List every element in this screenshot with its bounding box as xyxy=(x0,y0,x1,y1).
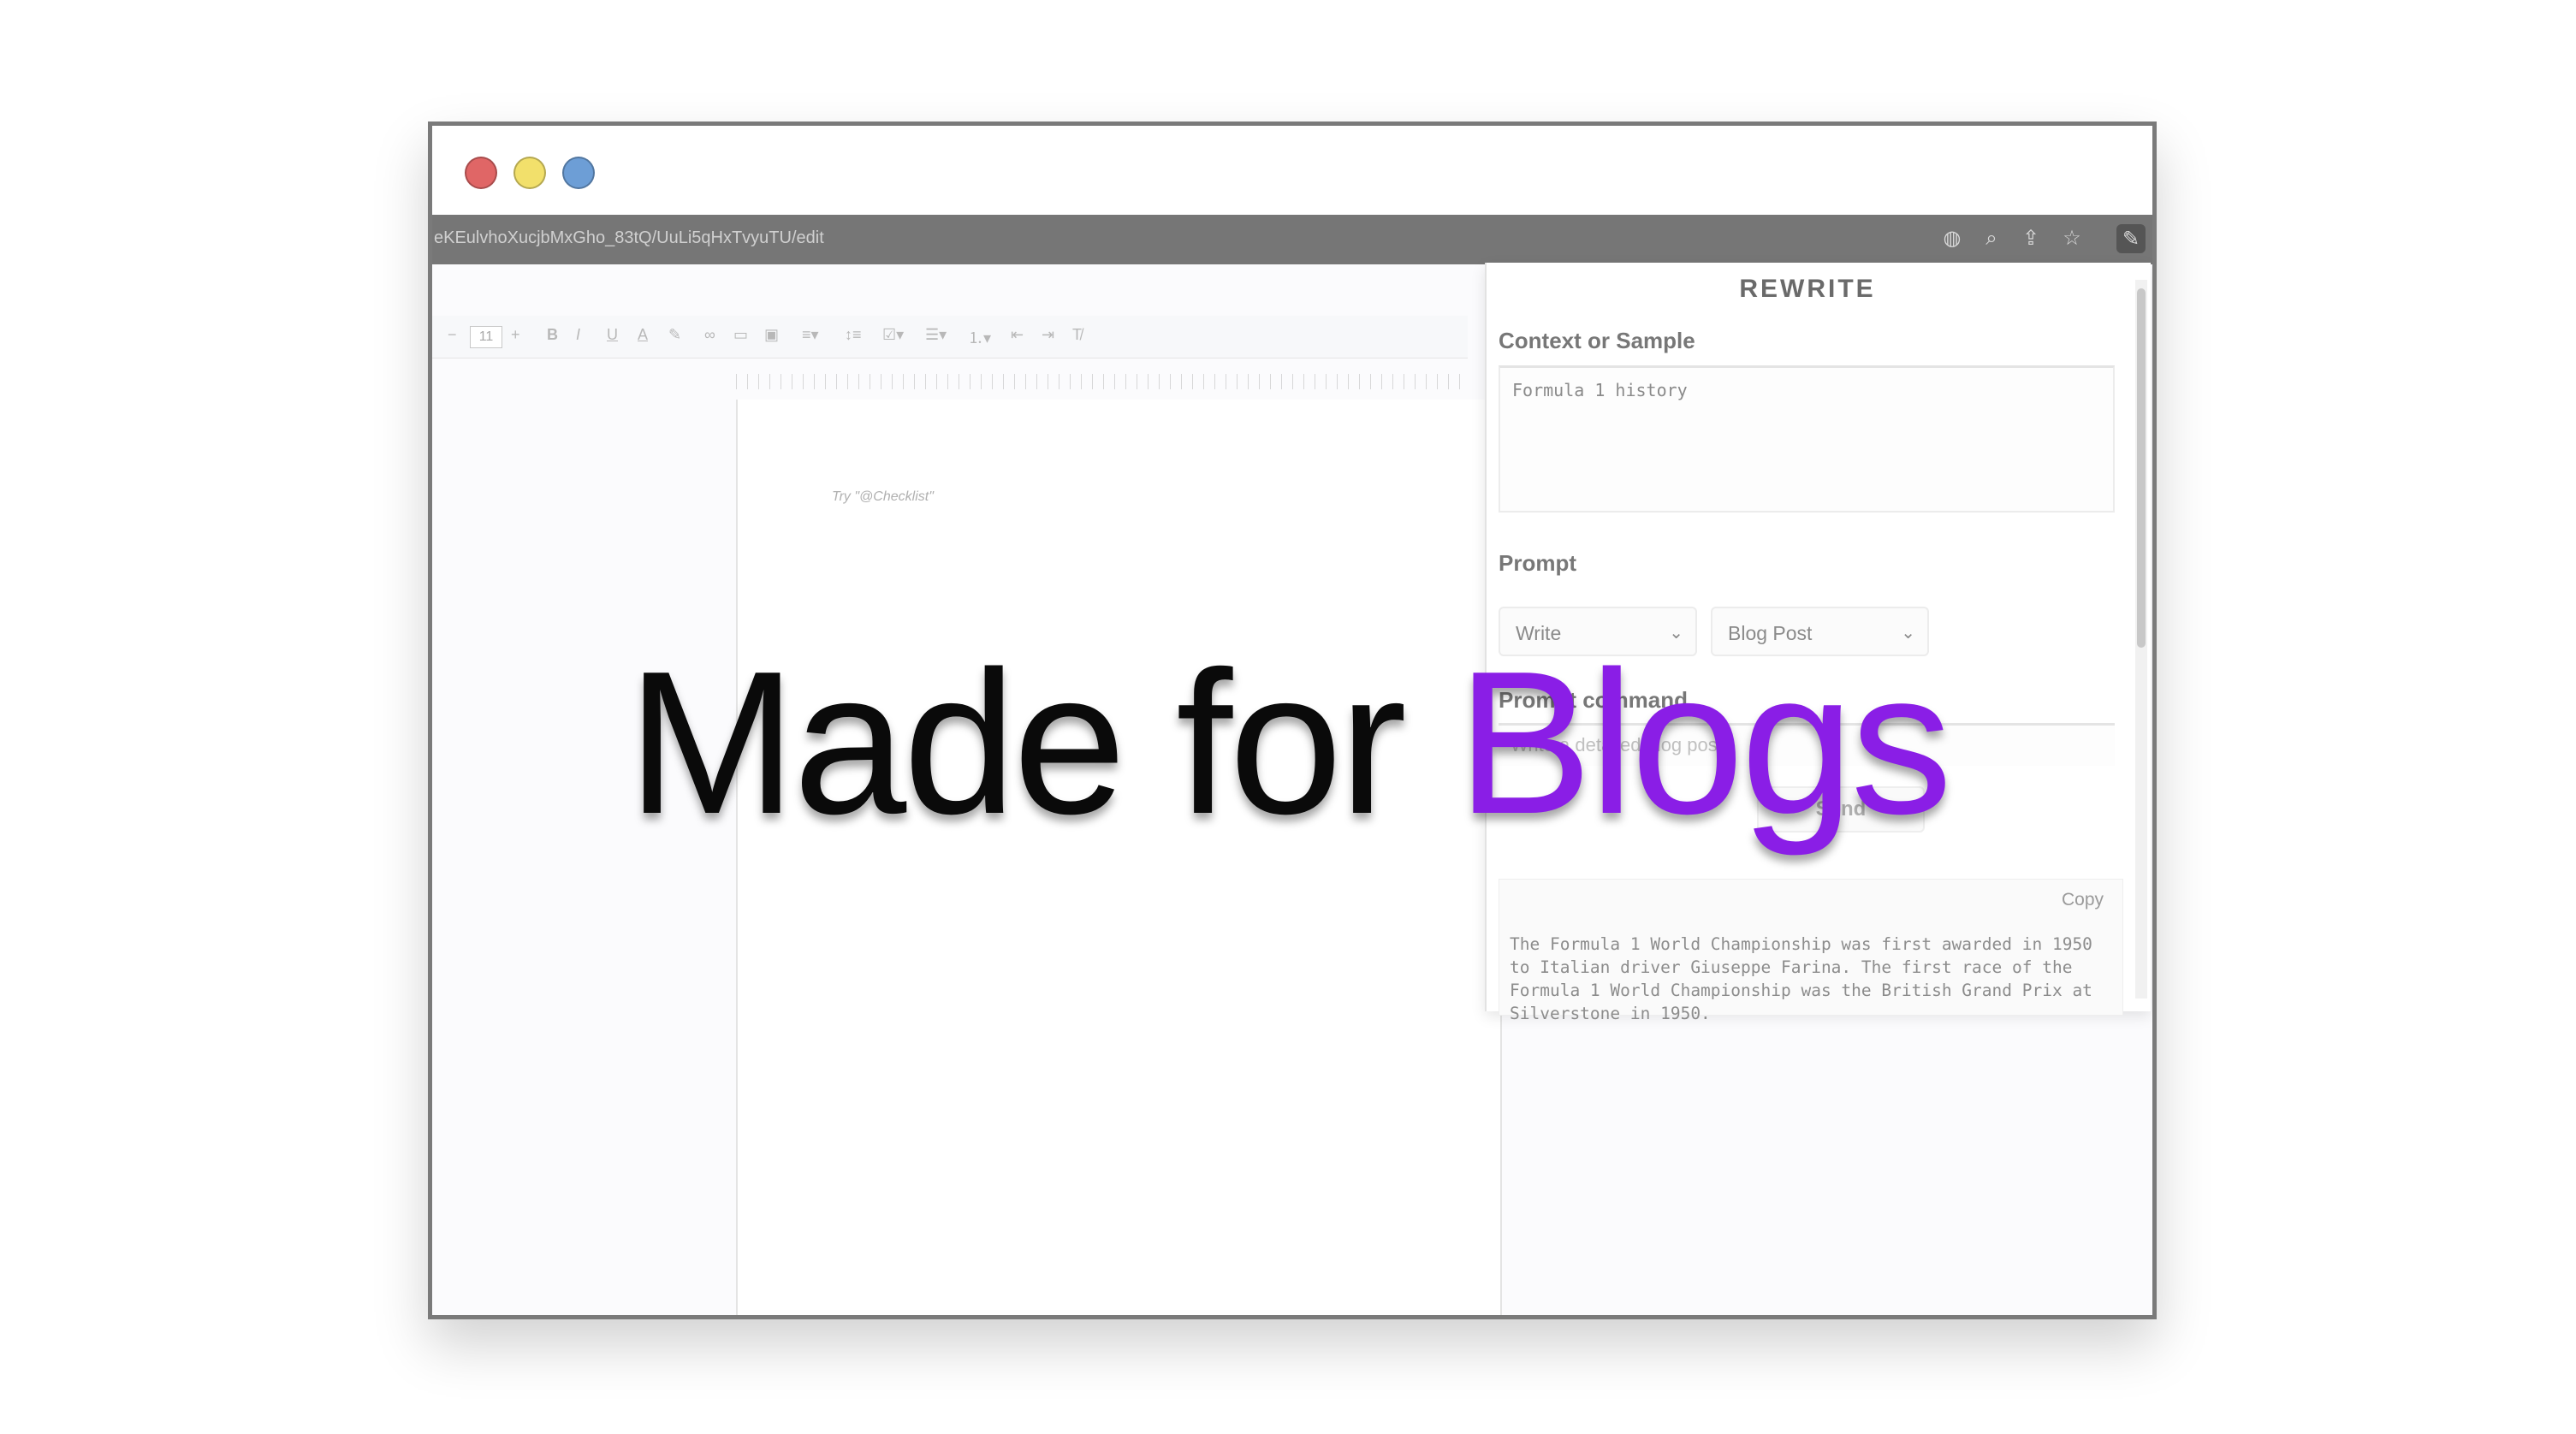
ruler xyxy=(736,374,1468,389)
scroll-thumb[interactable] xyxy=(2137,288,2146,648)
decrease-font-icon[interactable]: − xyxy=(448,326,457,344)
document-page[interactable]: Try "@Checklist" xyxy=(736,400,1502,1315)
outdent-icon[interactable]: ⇤ xyxy=(1011,326,1024,344)
output-text: The Formula 1 World Championship was fir… xyxy=(1510,934,2103,1023)
prompt-label: Prompt xyxy=(1499,550,1576,576)
indent-icon[interactable]: ⇥ xyxy=(1042,326,1054,344)
panel-scrollbar[interactable] xyxy=(2135,280,2147,998)
star-icon[interactable]: ☆ xyxy=(2057,223,2087,254)
headline-overlay: Made for Blogs xyxy=(0,642,2576,845)
close-window-button[interactable] xyxy=(465,157,497,189)
headline-part1: Made for xyxy=(626,630,1407,856)
share-icon[interactable]: ⇪ xyxy=(2015,223,2046,254)
google-icon[interactable]: ◍ xyxy=(1937,223,1968,254)
align-icon[interactable]: ≡▾ xyxy=(802,326,819,344)
extension-icon[interactable]: ✎ xyxy=(2116,224,2146,253)
link-icon[interactable]: ∞ xyxy=(704,326,715,344)
text-color-icon[interactable]: A xyxy=(638,326,648,344)
copy-button[interactable]: Copy xyxy=(2062,890,2104,910)
output-box: Copy The Formula 1 World Championship wa… xyxy=(1499,879,2123,1023)
highlight-icon[interactable]: ✎ xyxy=(668,326,681,344)
line-spacing-icon[interactable]: ↕≡ xyxy=(845,326,862,344)
context-label: Context or Sample xyxy=(1499,328,1695,353)
underline-icon[interactable]: U xyxy=(607,326,618,344)
page-hint: Try "@Checklist" xyxy=(832,489,934,504)
minimize-window-button[interactable] xyxy=(513,157,546,189)
increase-font-icon[interactable]: + xyxy=(511,326,520,344)
url-text[interactable]: eKEulvhoXucjbMxGho_83tQ/UuLi5qHxTvyuTU/e… xyxy=(434,228,824,248)
bullet-list-icon[interactable]: ☰▾ xyxy=(925,326,947,344)
context-textarea[interactable]: Formula 1 history xyxy=(1499,365,2115,513)
stage: eKEulvhoXucjbMxGho_83tQ/UuLi5qHxTvyuTU/e… xyxy=(0,0,2576,1434)
bold-icon[interactable]: B xyxy=(547,326,558,344)
docs-toolbar: − 11 + B I U A ✎ ∞ ▭ ▣ ≡▾ ↕≡ ☑▾ ☰▾ ⒈▾ ⇤ … xyxy=(432,316,1468,358)
font-size-input[interactable]: 11 xyxy=(470,326,502,348)
italic-icon[interactable]: I xyxy=(576,326,580,344)
address-bar[interactable]: eKEulvhoXucjbMxGho_83tQ/UuLi5qHxTvyuTU/e… xyxy=(432,215,2152,264)
zoom-icon[interactable]: ⌕ xyxy=(1976,223,2007,254)
clear-format-icon[interactable]: T̸ xyxy=(1072,326,1082,344)
comment-icon[interactable]: ▭ xyxy=(733,326,748,344)
numbered-list-icon[interactable]: ⒈▾ xyxy=(968,326,991,348)
panel-title: REWRITE xyxy=(1739,275,1876,303)
headline-part2: Blogs xyxy=(1456,630,1952,856)
title-bar xyxy=(432,126,2152,215)
checklist-icon[interactable]: ☑▾ xyxy=(882,326,904,344)
maximize-window-button[interactable] xyxy=(562,157,595,189)
image-icon[interactable]: ▣ xyxy=(764,326,779,344)
